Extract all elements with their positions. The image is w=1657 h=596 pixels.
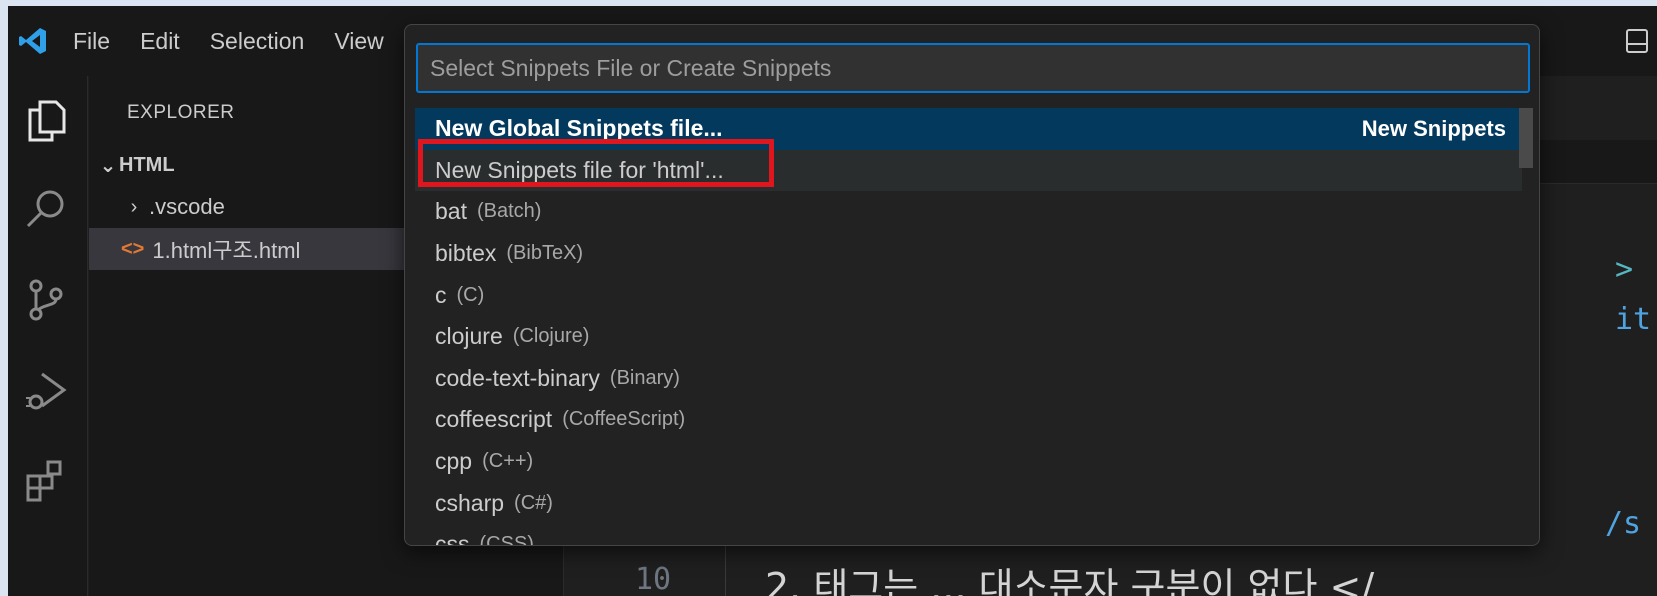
- list-item[interactable]: bibtex (BibTeX): [415, 233, 1522, 275]
- item-detail: New Snippets: [1361, 115, 1506, 141]
- item-label: csharp: [435, 489, 505, 516]
- quick-pick-list: New Global Snippets file... New Snippets…: [415, 108, 1531, 546]
- list-item[interactable]: code-text-binary (Binary): [415, 358, 1522, 400]
- quick-pick-item-new-global[interactable]: New Global Snippets file... New Snippets: [415, 108, 1522, 150]
- item-label: bibtex: [435, 240, 497, 267]
- item-label: clojure: [435, 323, 503, 350]
- html-file-icon: <>: [121, 237, 145, 260]
- code-fragment: /s: [1605, 506, 1642, 541]
- tree-item-label: 1.html구조.html: [152, 238, 301, 263]
- menu-bar: File Edit Selection View: [58, 6, 399, 76]
- extensions-icon[interactable]: [22, 456, 70, 504]
- item-description: (Clojure): [512, 325, 590, 348]
- vscode-logo-icon: [8, 6, 58, 76]
- list-item[interactable]: c (C): [415, 274, 1522, 316]
- item-label: New Global Snippets file...: [435, 115, 723, 142]
- list-item[interactable]: coffeescript (CoffeeScript): [415, 399, 1522, 441]
- list-item[interactable]: clojure (Clojure): [415, 316, 1522, 358]
- item-label: cpp: [435, 448, 473, 475]
- item-label: bat: [435, 198, 467, 225]
- source-control-icon[interactable]: [22, 276, 70, 324]
- toggle-panel-icon[interactable]: [1625, 28, 1649, 54]
- list-item[interactable]: css (CSS): [415, 524, 1522, 546]
- explorer-icon[interactable]: [22, 96, 70, 144]
- menu-view[interactable]: View: [319, 6, 398, 76]
- search-icon[interactable]: [22, 186, 70, 234]
- run-debug-icon[interactable]: [22, 366, 70, 414]
- item-label: code-text-binary: [435, 364, 600, 391]
- item-label: css: [435, 531, 470, 546]
- item-label: New Snippets file for 'html'...: [435, 156, 724, 183]
- code-fragment: >: [1615, 252, 1634, 287]
- chevron-right-icon: ›: [130, 195, 138, 218]
- quick-pick-scrollbar[interactable]: [1519, 108, 1533, 168]
- menu-edit[interactable]: Edit: [125, 6, 195, 76]
- chevron-down-icon: ⌄: [99, 154, 117, 177]
- list-item[interactable]: bat (Batch): [415, 191, 1522, 233]
- menu-selection[interactable]: Selection: [195, 6, 320, 76]
- menu-file[interactable]: File: [58, 6, 125, 76]
- folder-label: HTML: [119, 153, 175, 176]
- list-item[interactable]: csharp (C#): [415, 482, 1522, 524]
- code-line-text: 2. 태그는 ... 대소문자 구분이 없다 </: [765, 565, 1375, 596]
- item-description: (C++): [482, 450, 534, 473]
- item-description: (BibTeX): [506, 242, 584, 265]
- quick-pick-input[interactable]: [416, 43, 1530, 93]
- item-description: (CSS): [479, 533, 534, 546]
- item-description: (C#): [514, 491, 553, 514]
- vscode-window: File Edit Selection View EXPLORER ⌄ HTML…: [8, 6, 1657, 596]
- activity-bar: [8, 76, 88, 596]
- list-item[interactable]: cpp (C++): [415, 441, 1522, 483]
- tree-item-label: .vscode: [149, 194, 225, 219]
- item-description: (Batch): [476, 200, 542, 223]
- quick-pick-item-new-html[interactable]: New Snippets file for 'html'...: [415, 149, 1522, 192]
- item-description: (C): [456, 283, 485, 306]
- code-fragment: it: [1615, 302, 1652, 337]
- item-description: (CoffeeScript): [562, 408, 686, 431]
- item-label: coffeescript: [435, 406, 553, 433]
- item-description: (Binary): [609, 366, 680, 389]
- explorer-title: EXPLORER: [127, 102, 235, 123]
- item-label: c: [435, 281, 447, 308]
- line-number: 10: [635, 562, 672, 596]
- snippets-quick-pick: New Global Snippets file... New Snippets…: [404, 24, 1540, 546]
